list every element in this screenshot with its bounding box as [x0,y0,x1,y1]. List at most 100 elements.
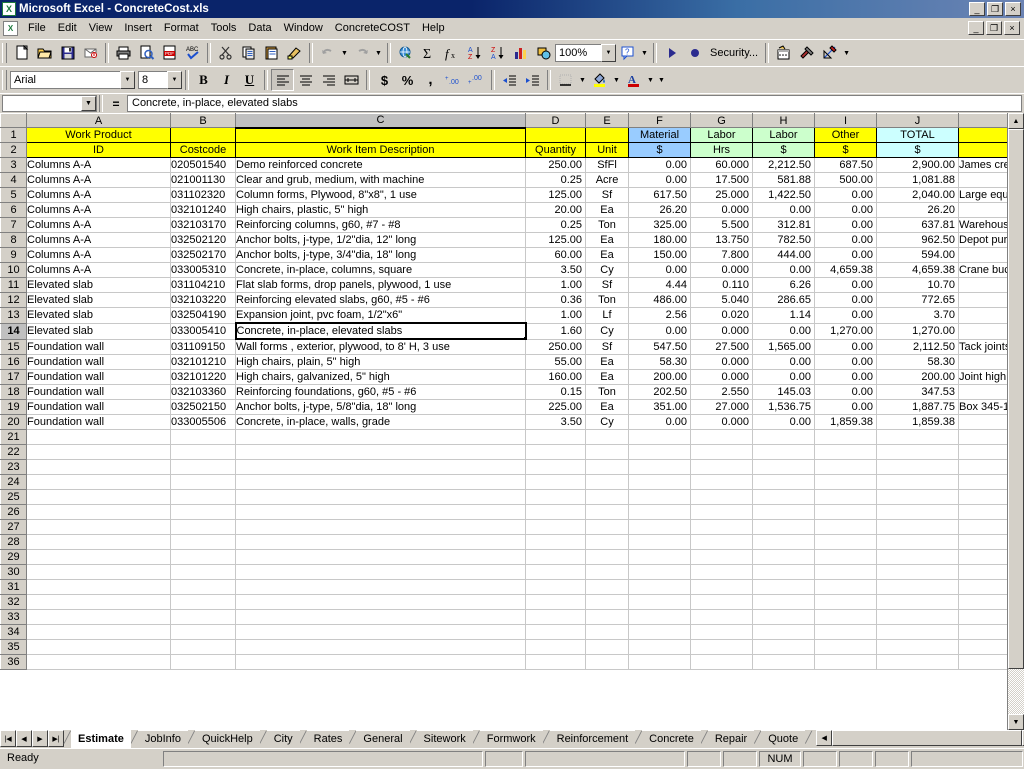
cell-f8[interactable]: 180.00 [629,233,691,248]
cell-b36[interactable] [171,655,236,670]
cell-e4[interactable]: Acre [586,173,629,188]
cell-a35[interactable] [27,640,171,655]
cell-a10[interactable]: Columns A-A [27,263,171,278]
cell-j8[interactable]: 962.50 [877,233,959,248]
cell-h11[interactable]: 6.26 [753,278,815,293]
row-header-22[interactable]: 22 [1,445,27,460]
cell-c18[interactable]: Reinforcing foundations, g60, #5 - #6 [236,385,526,400]
cell-j12[interactable]: 772.65 [877,293,959,308]
cell-j29[interactable] [877,550,959,565]
cell-c35[interactable] [236,640,526,655]
align-right-icon[interactable] [317,69,340,91]
function-icon[interactable]: fx [440,42,463,64]
cell-h30[interactable] [753,565,815,580]
cell-b34[interactable] [171,625,236,640]
row-header-1[interactable]: 1 [1,128,27,143]
cell-a27[interactable] [27,520,171,535]
cell-c23[interactable] [236,460,526,475]
horizontal-scrollbar[interactable]: ◀ ▶ [816,730,1024,746]
align-left-icon[interactable] [271,69,294,91]
cell-a3[interactable]: Columns A-A [27,158,171,173]
cell-b7[interactable]: 032103170 [171,218,236,233]
visual-basic-editor-icon[interactable] [772,42,795,64]
fill-color-dropdown-icon[interactable]: ▼ [611,69,622,91]
cell-g15[interactable]: 27.500 [691,339,753,355]
cell-f33[interactable] [629,610,691,625]
chart-wizard-icon[interactable] [509,42,532,64]
row-header-7[interactable]: 7 [1,218,27,233]
cell-b8[interactable]: 032502120 [171,233,236,248]
cell-e20[interactable]: Cy [586,415,629,430]
row-header-32[interactable]: 32 [1,595,27,610]
print-icon[interactable] [112,42,135,64]
cell-d23[interactable] [526,460,586,475]
cell-a16[interactable]: Foundation wall [27,355,171,370]
cell-b13[interactable]: 032504190 [171,308,236,324]
cell-d7[interactable]: 0.25 [526,218,586,233]
row-header-9[interactable]: 9 [1,248,27,263]
font-color-icon[interactable]: A [622,69,645,91]
cell-j13[interactable]: 3.70 [877,308,959,324]
cell-f35[interactable] [629,640,691,655]
cell-e36[interactable] [586,655,629,670]
run-macro-icon[interactable] [660,42,683,64]
cell-a4[interactable]: Columns A-A [27,173,171,188]
cell-e7[interactable]: Ton [586,218,629,233]
cell-j2[interactable]: $ [877,143,959,158]
cell-f36[interactable] [629,655,691,670]
cell-h31[interactable] [753,580,815,595]
cell-f9[interactable]: 150.00 [629,248,691,263]
cell-b19[interactable]: 032502150 [171,400,236,415]
cell-g21[interactable] [691,430,753,445]
cell-c1[interactable] [236,128,526,143]
cell-h5[interactable]: 1,422.50 [753,188,815,203]
row-header-23[interactable]: 23 [1,460,27,475]
row-header-35[interactable]: 35 [1,640,27,655]
cell-j26[interactable] [877,505,959,520]
menu-format[interactable]: Format [158,20,205,36]
cell-b25[interactable] [171,490,236,505]
cell-g18[interactable]: 2.550 [691,385,753,400]
cell-c22[interactable] [236,445,526,460]
control-toolbox-icon[interactable] [795,42,818,64]
row-header-2[interactable]: 2 [1,143,27,158]
cell-h16[interactable]: 0.00 [753,355,815,370]
cell-b16[interactable]: 032101210 [171,355,236,370]
cell-f31[interactable] [629,580,691,595]
cell-g24[interactable] [691,475,753,490]
row-header-11[interactable]: 11 [1,278,27,293]
cell-i7[interactable]: 0.00 [815,218,877,233]
cell-g34[interactable] [691,625,753,640]
cell-d33[interactable] [526,610,586,625]
cell-d32[interactable] [526,595,586,610]
cell-g2[interactable]: Hrs [691,143,753,158]
cell-e35[interactable] [586,640,629,655]
cell-i15[interactable]: 0.00 [815,339,877,355]
toolbar-overflow2-icon[interactable]: ▼ [841,42,852,64]
cell-e34[interactable] [586,625,629,640]
cell-a31[interactable] [27,580,171,595]
row-header-17[interactable]: 17 [1,370,27,385]
cell-c16[interactable]: High chairs, plain, 5" high [236,355,526,370]
sheet-tab-estimate[interactable]: Estimate [71,730,131,748]
cell-b28[interactable] [171,535,236,550]
column-header-d[interactable]: D [526,114,586,128]
cell-h18[interactable]: 145.03 [753,385,815,400]
cell-a8[interactable]: Columns A-A [27,233,171,248]
cell-d27[interactable] [526,520,586,535]
cell-j16[interactable]: 58.30 [877,355,959,370]
cell-a20[interactable]: Foundation wall [27,415,171,430]
cell-h19[interactable]: 1,536.75 [753,400,815,415]
cell-e18[interactable]: Ton [586,385,629,400]
cell-g13[interactable]: 0.020 [691,308,753,324]
cell-c29[interactable] [236,550,526,565]
cell-c11[interactable]: Flat slab forms, drop panels, plywood, 1… [236,278,526,293]
sheet-tab-repair[interactable]: Repair [708,730,754,748]
cell-e25[interactable] [586,490,629,505]
cell-e10[interactable]: Cy [586,263,629,278]
cell-h34[interactable] [753,625,815,640]
cell-d14[interactable]: 1.60 [526,323,586,339]
menu-data[interactable]: Data [242,20,277,36]
cell-b21[interactable] [171,430,236,445]
cell-e32[interactable] [586,595,629,610]
